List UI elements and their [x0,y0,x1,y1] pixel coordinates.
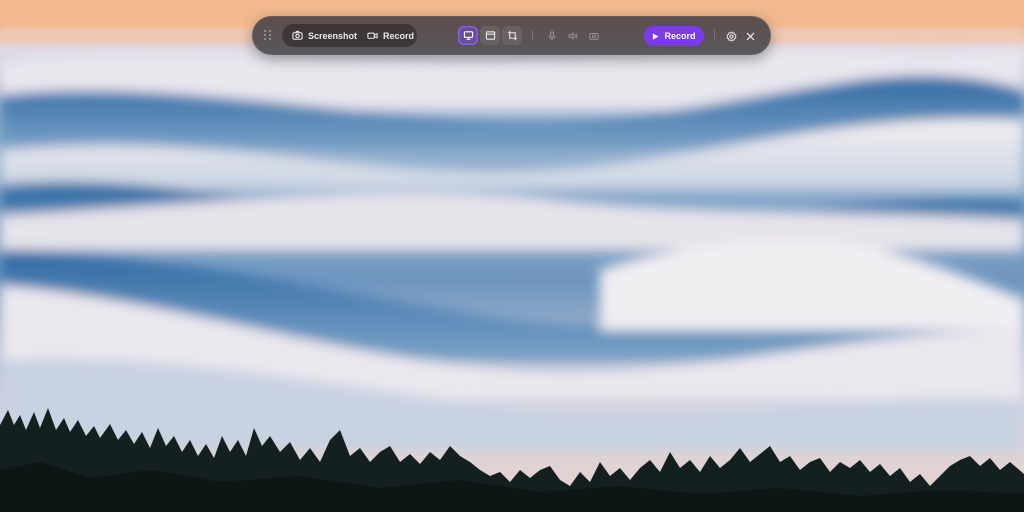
record-button-label: Record [664,31,696,41]
capture-region-button[interactable] [502,26,522,45]
capture-window-button[interactable] [480,26,500,45]
gear-icon [726,30,736,42]
mode-tab-screenshot[interactable]: Screenshot [292,24,357,47]
close-button[interactable] [742,28,758,44]
capture-fullscreen-button[interactable] [458,26,478,45]
webcam-toggle[interactable] [586,28,602,44]
capture-toolbar: Screenshot Record Record [252,16,771,55]
settings-button[interactable] [723,28,739,44]
crop-icon [507,30,517,41]
mode-tab-record[interactable]: Record [367,24,414,47]
mode-tab-label: Screenshot [308,30,358,41]
desktop-wallpaper [0,0,1024,512]
toolbar-divider [714,30,715,41]
speaker-icon [568,32,578,40]
camera-icon [292,30,303,40]
system-audio-toggle[interactable] [565,28,581,44]
microphone-toggle[interactable] [544,28,560,44]
monitor-icon [463,31,473,40]
capture-mode-switch: Screenshot Record [282,24,417,47]
webcam-icon [589,33,599,40]
video-camera-icon [367,32,378,39]
mode-tab-label: Record [383,30,415,41]
window-icon [485,31,495,40]
microphone-icon [548,31,556,41]
record-button[interactable]: Record [644,26,704,46]
toolbar-divider [532,30,533,41]
drag-handle-icon[interactable] [264,30,272,42]
play-icon [653,32,660,40]
close-icon [746,32,754,40]
